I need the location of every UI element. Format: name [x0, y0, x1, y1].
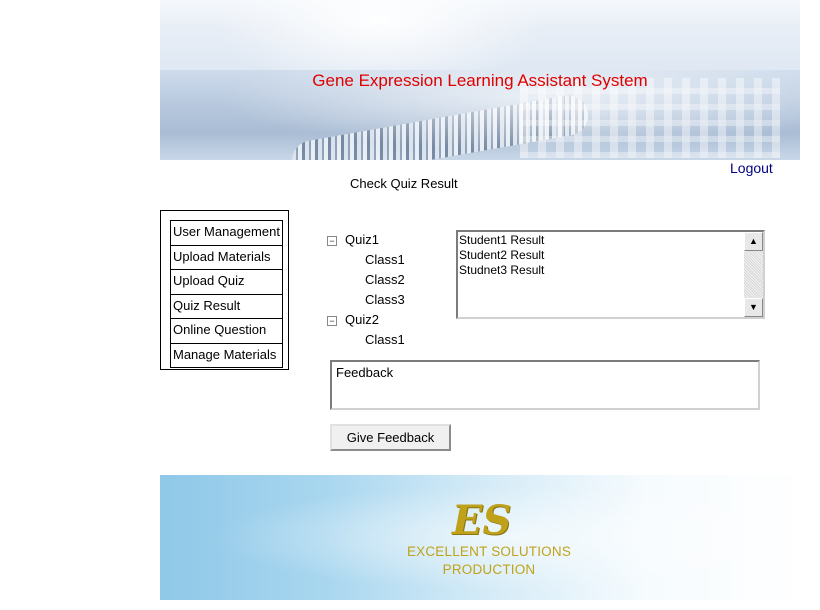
- header-banner-top: [160, 0, 800, 70]
- list-item[interactable]: Studnet3 Result: [459, 263, 743, 278]
- es-logo: ES: [452, 497, 512, 544]
- page-title: Check Quiz Result: [350, 176, 458, 191]
- footer-company-subtitle: PRODUCTION: [442, 562, 536, 577]
- tree-node-quiz1-class2[interactable]: Class2: [365, 272, 405, 287]
- sidebar-item-user-management[interactable]: User Management: [171, 221, 282, 246]
- give-feedback-button[interactable]: Give Feedback: [330, 424, 451, 451]
- scrollbar-track[interactable]: [744, 251, 763, 298]
- sidebar-item-upload-quiz[interactable]: Upload Quiz: [171, 270, 282, 295]
- sidebar-item-manage-materials[interactable]: Manage Materials: [171, 344, 282, 368]
- scroll-up-arrow-icon[interactable]: ▲: [744, 232, 763, 251]
- list-scrollbar[interactable]: ▲ ▼: [744, 232, 763, 317]
- list-item[interactable]: Student1 Result: [459, 233, 743, 248]
- sidebar-item-upload-materials[interactable]: Upload Materials: [171, 246, 282, 270]
- sidebar-item-quiz-result[interactable]: Quiz Result: [171, 295, 282, 319]
- sidebar-item-online-question[interactable]: Online Question: [171, 319, 282, 344]
- list-item[interactable]: Student2 Result: [459, 248, 743, 263]
- footer-company-name: EXCELLENT SOLUTIONS: [406, 544, 572, 559]
- collapse-icon[interactable]: −: [327, 236, 337, 246]
- tree-node-quiz1-class1[interactable]: Class1: [365, 252, 405, 267]
- collapse-icon[interactable]: −: [327, 316, 337, 326]
- sidebar-menu: User Management Upload Materials Upload …: [160, 210, 289, 370]
- footer-banner: ES EXCELLENT SOLUTIONS PRODUCTION: [160, 475, 810, 600]
- tree-node-quiz1[interactable]: Quiz1: [345, 232, 379, 247]
- logout-link[interactable]: Logout: [730, 160, 773, 176]
- tree-node-quiz1-class3[interactable]: Class3: [365, 292, 405, 307]
- feedback-textarea[interactable]: Feedback: [330, 360, 760, 410]
- tree-node-quiz2[interactable]: Quiz2: [345, 312, 379, 327]
- tree-node-quiz2-class1[interactable]: Class1: [365, 332, 405, 347]
- scroll-down-arrow-icon[interactable]: ▼: [744, 298, 763, 317]
- student-results-list[interactable]: Student1 Result Student2 Result Studnet3…: [456, 230, 765, 319]
- site-title: Gene Expression Learning Assistant Syste…: [312, 71, 648, 90]
